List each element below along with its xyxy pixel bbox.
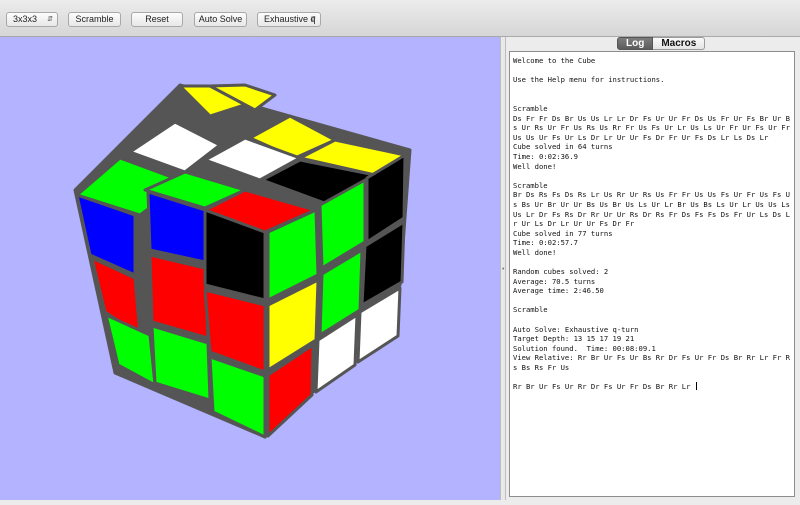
log-line: Time: 0:02:57.7: [513, 238, 578, 248]
log-line: Cube solved in 77 turns: [513, 228, 613, 238]
toolbar: 3x3x3 ⇵ Scramble Reset Auto Solve Exhaus…: [0, 0, 800, 37]
scramble-button[interactable]: Scramble: [68, 12, 121, 27]
log-line: Use the Help menu for instructions.: [513, 75, 665, 85]
log-line: Welcome to the Cube: [513, 56, 596, 65]
chevron-updown-icon: ⇵: [310, 16, 316, 23]
side-panel: Log Macros Welcome to the Cube Use the He…: [506, 37, 800, 500]
log-line: Well done!: [513, 161, 557, 171]
chevron-updown-icon: ⇵: [47, 16, 53, 23]
cube-size-select[interactable]: 3x3x3 ⇵: [6, 12, 58, 27]
solver-select[interactable]: Exhaustive q ⇵: [257, 12, 321, 27]
log-line: Scramble: [513, 305, 548, 315]
tab-bar: Log Macros: [617, 37, 706, 50]
reset-label: Reset: [145, 14, 169, 24]
cube-size-value: 3x3x3: [13, 14, 38, 24]
cube-viewport[interactable]: [0, 37, 500, 500]
log-line: Average: 70.5 turns: [513, 276, 596, 286]
auto-solve-label: Auto Solve: [198, 14, 243, 24]
log-line: Time: 0:02:36.9: [513, 151, 578, 161]
log-line: Ds Fr Fr Ds Br Us Us Lr Lr Dr Fs Ur Ur F…: [513, 113, 795, 142]
scramble-label: Scramble: [75, 14, 114, 24]
auto-solve-button[interactable]: Auto Solve: [194, 12, 247, 27]
log-line: Well done!: [513, 247, 557, 257]
log-line: Rr Br Ur Fs Ur Rr Dr Fs Ur Fr Ds Br Rr L…: [513, 382, 697, 392]
log-line: Auto Solve: Exhaustive q-turn: [513, 324, 639, 334]
log-textarea[interactable]: Welcome to the Cube Use the Help menu for…: [509, 51, 795, 497]
cube-3d-view[interactable]: [0, 37, 500, 500]
text-caret: [695, 382, 697, 391]
solver-value: Exhaustive q: [264, 14, 316, 24]
tab-log[interactable]: Log: [617, 37, 654, 50]
tab-macros[interactable]: Macros: [653, 37, 706, 50]
log-line: Average time: 2:46.50: [513, 286, 604, 296]
log-line: Target Depth: 13 15 17 19 21: [513, 334, 635, 344]
log-line: Solution found. Time: 00:08:09.1: [513, 343, 656, 353]
log-line: Random cubes solved: 2: [513, 267, 609, 277]
log-line: Cube solved in 64 turns: [513, 142, 613, 152]
log-line: Br Ds Rs Fs Ds Rs Lr Us Rr Ur Rs Us Fr F…: [513, 190, 795, 229]
reset-button[interactable]: Reset: [131, 12, 183, 27]
log-line: Scramble: [513, 103, 548, 113]
tab-macros-label: Macros: [661, 38, 697, 49]
tab-log-label: Log: [626, 38, 645, 49]
log-line: View Relative: Rr Br Ur Fs Ur Bs Rr Dr F…: [513, 353, 790, 372]
grip-icon: •: [502, 266, 505, 273]
log-line: Scramble: [513, 180, 548, 190]
